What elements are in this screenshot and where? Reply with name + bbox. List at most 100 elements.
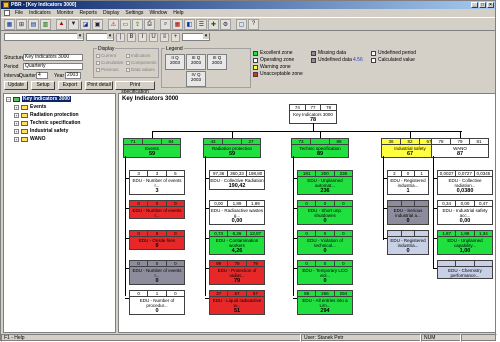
update-button[interactable]: Update <box>4 81 28 90</box>
kpi-indicator[interactable]: 0 0 0 EDU - Onsite fires 0 <box>129 230 185 250</box>
kpi-indicator[interactable]: 0,73 6,26 13,07 EDU - Contamination workers… <box>209 230 265 255</box>
kpi-indicator[interactable]: 88 266 294 EDU - All entries into a Lim... 2… <box>297 290 353 315</box>
tree-icon[interactable]: ⊞ <box>16 18 27 30</box>
menu-help[interactable]: Help <box>173 9 183 17</box>
italic-icon[interactable]: I <box>138 32 147 42</box>
table-icon[interactable]: ▥ <box>40 18 51 30</box>
kpi-indicator[interactable]: 191 200 236 EDU - Unplanned automat... 236 <box>297 170 353 195</box>
kpi-indicator[interactable]: 99 79 79 EDU - Protection of radiat... 79 <box>209 260 265 285</box>
kpi-indicator[interactable]: 1,87 1,88 1,34 EDU - Unplanned capability..… <box>437 230 493 255</box>
kpi-indicator[interactable]: 0 0 0 EDU - Violation of technical... 0 <box>297 230 353 255</box>
tree-item-industrial[interactable]: + Industrial safety <box>14 128 68 134</box>
kpi-root[interactable]: 74 77 78 Key Indicators 3000 78 <box>289 104 337 124</box>
indicator-icon[interactable]: ◧ <box>184 18 195 30</box>
menu-monitor[interactable]: Monitor <box>57 9 74 17</box>
kpi-category[interactable]: 43 27 Radiation protection 59 <box>203 138 261 158</box>
window-icon[interactable]: ▢ <box>236 18 247 30</box>
menu-reports[interactable]: Reports <box>79 9 97 17</box>
chart-icon[interactable]: ▤ <box>28 18 39 30</box>
kpi-indicator[interactable]: 0 1 0 EDU - Number of procedur... 0 <box>129 290 185 315</box>
add-icon[interactable]: ✚ <box>208 18 219 30</box>
export-button[interactable]: Export <box>58 81 82 90</box>
print-specification-button[interactable]: Print specification <box>115 81 155 95</box>
display-indicators-checkbox[interactable]: Indicators <box>126 53 151 58</box>
kpi-indicator[interactable]: 0 0 0 EDU - Number of events r... <box>129 200 185 219</box>
menu-settings[interactable]: Settings <box>125 9 143 17</box>
tree-item-technic[interactable]: + Technic specification <box>14 120 80 126</box>
underline-icon[interactable]: U <box>149 32 158 42</box>
align-icon[interactable]: ≡ <box>160 32 169 42</box>
list-icon[interactable]: ☰ <box>196 18 207 30</box>
tree-item-radiation[interactable]: + Radiation protection <box>14 112 79 118</box>
display-cumulative-checkbox[interactable]: Cumulative <box>96 60 124 65</box>
display-data-checkbox[interactable]: Data values <box>126 67 155 72</box>
print-icon[interactable]: ⎙ <box>144 18 155 30</box>
zoom-combo[interactable] <box>182 33 210 41</box>
first-icon[interactable]: | <box>116 32 125 42</box>
display-components-checkbox[interactable]: Components <box>126 60 157 65</box>
toolbar-combo-2[interactable] <box>86 33 114 41</box>
tree-root[interactable]: − Key Indicators 3000 <box>6 96 71 102</box>
legend-warning: Warning zone <box>253 64 291 70</box>
kpi-indicator[interactable]: 0,00 1,89 1,89 EDU - Radioactive wastes g..… <box>209 200 265 225</box>
menu-display[interactable]: Display <box>103 9 119 17</box>
kpi-indicator[interactable]: 0,0027 0,0727 0,0345 EDU - Collective radia… <box>437 170 493 195</box>
kpi-period-value <box>415 201 429 207</box>
calendar-icon[interactable]: ▦ <box>172 18 183 30</box>
interval-label: Interval <box>4 73 21 79</box>
kpi-indicator[interactable]: 0 0 0 EDU - Number of events r... 0 <box>129 260 185 285</box>
kpi-indicator[interactable]: EDU - Serious industrial a... 0 <box>387 200 429 225</box>
settings-icon[interactable]: ⚙ <box>220 18 231 30</box>
menu-window[interactable]: Window <box>149 9 167 17</box>
menu-indicators[interactable]: Indicators <box>29 9 51 17</box>
kpi-indicator[interactable]: 0 0 0 EDU - Short unp. shutdowns 0 <box>297 200 353 225</box>
tree-item-wano[interactable]: + WANO <box>14 136 46 142</box>
kpi-value: 79 <box>233 278 241 284</box>
filter-icon[interactable]: ▼ <box>68 18 79 30</box>
kpi-category[interactable]: 73 89 Technic specification 89 <box>291 138 349 158</box>
close-button[interactable]: × <box>487 2 494 8</box>
monitor-icon[interactable]: ▭ <box>120 18 131 30</box>
year-field[interactable]: 2003 <box>65 72 81 79</box>
kpi-indicator[interactable]: 37 67 57 EDU - Liquid radioactive w... 51 <box>209 290 265 315</box>
zoom-in-icon[interactable]: + <box>171 32 180 42</box>
maximize-button[interactable]: □ <box>479 2 486 8</box>
kpi-value: 3 <box>155 188 159 194</box>
kpi-period-value: 78 <box>432 139 451 145</box>
toolbar-combo-1[interactable] <box>4 33 84 41</box>
kpi-indicator[interactable]: 0 0 0 EDU - Temporary LCO viol... 0 <box>297 260 353 285</box>
graph-icon[interactable]: ◪ <box>80 18 91 30</box>
quarter-field[interactable]: 4 <box>36 72 48 79</box>
kpi-indicator[interactable]: EDU - Chemistry performance... <box>437 260 493 279</box>
tree-item-events[interactable]: + Events <box>14 104 46 110</box>
grid-icon[interactable]: ▦ <box>4 18 15 30</box>
kpi-category[interactable]: 71 84 Events 59 <box>123 138 181 158</box>
print-detail-button[interactable]: Print detail <box>85 81 113 90</box>
kpi-indicator[interactable]: 3 3 5 EDU - Number of events r... 3 <box>129 170 185 195</box>
warning-icon[interactable]: ⚠ <box>108 18 119 30</box>
legend-undefined-value: 4.56 <box>353 57 363 63</box>
help-icon[interactable]: ? <box>248 18 259 30</box>
kpi-period-value: 0 <box>334 261 352 267</box>
setup-button[interactable]: Setup <box>31 81 55 90</box>
kpi-indicator[interactable]: 97,36 360,33 198,80 EDU - Collective Radiat… <box>209 170 265 190</box>
kpi-label: EDU - Registered industria... <box>390 238 426 248</box>
kpi-indicator[interactable]: 2 0 1 EDU - Registered industria... 1 <box>387 170 429 195</box>
period-select[interactable]: Quarterly <box>23 63 83 70</box>
display-previous-checkbox[interactable]: Previous <box>96 67 119 72</box>
export-icon[interactable]: ⇪ <box>132 18 143 30</box>
lookup-icon[interactable]: ⌕ <box>160 18 171 30</box>
minimize-button[interactable]: _ <box>471 2 478 8</box>
kpi-period-value: 0,0345 <box>474 171 492 177</box>
alert-icon[interactable]: ▲ <box>56 18 67 30</box>
bold-icon[interactable]: B <box>127 32 136 42</box>
kpi-category[interactable]: 78 79 81 WANO 87 <box>431 138 489 158</box>
menu-file[interactable]: File <box>15 9 23 17</box>
report-icon[interactable]: ▣ <box>92 18 103 30</box>
kpi-period-value: 0 <box>316 201 335 207</box>
kpi-label: EDU - Contamination workers <box>215 238 259 248</box>
kpi-indicator[interactable]: EDU - Registered industria... 0 <box>387 230 429 255</box>
kpi-indicator[interactable]: 0,34 0,00 0,47 EDU - Industrial safety acc.… <box>437 200 493 225</box>
display-current-checkbox[interactable]: Current <box>96 53 116 58</box>
structure-select[interactable]: Key Indicators 3000 <box>23 54 83 61</box>
